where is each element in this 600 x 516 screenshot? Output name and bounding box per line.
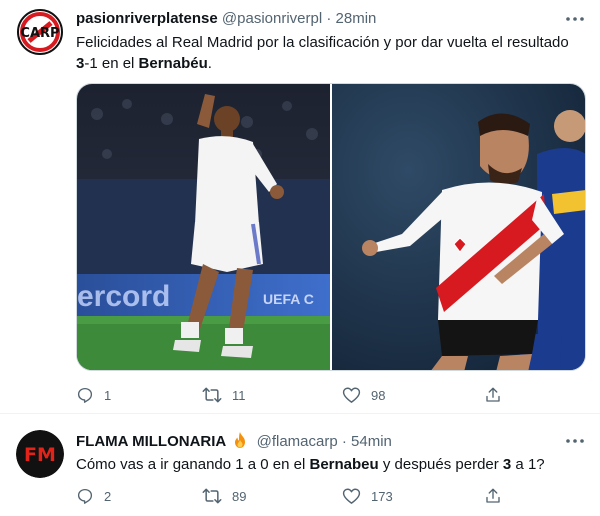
retweet-icon: [202, 387, 222, 403]
reply-count: 2: [104, 488, 112, 504]
more-icon: [566, 17, 584, 21]
tweet-text: Felicidades al Real Madrid por la clasif…: [76, 32, 586, 74]
tweet-actions: 1 11 98: [76, 385, 506, 405]
text-part: .: [207, 55, 212, 72]
reply-icon: [77, 387, 93, 403]
share-button[interactable]: [484, 486, 502, 506]
avatar-pasionriverplatense[interactable]: CARP: [16, 8, 64, 56]
display-name[interactable]: FLAMA MILLONARIA: [76, 433, 226, 450]
reply-icon: [77, 488, 93, 504]
tweet-1[interactable]: CARP pasionriverplatense @pasionriverpl …: [0, 0, 600, 414]
tweet-header: pasionriverplatense @pasionriverpl · 28m…: [76, 9, 376, 29]
separator-dot: ·: [326, 10, 332, 27]
text-part: Felicidades al Real Madrid por la clasif…: [76, 34, 569, 51]
avatar-initials: FM: [24, 444, 56, 466]
text-part: a 1?: [511, 456, 545, 473]
share-button[interactable]: [484, 385, 502, 405]
text-part: Cómo vas a ir ganando 1 a 0 en el: [76, 456, 310, 473]
retweet-button[interactable]: 11: [202, 385, 246, 405]
display-name[interactable]: pasionriverplatense: [76, 10, 218, 27]
like-count: 173: [371, 488, 393, 504]
photo-real-madrid-player[interactable]: ercord UEFA C: [77, 84, 330, 370]
retweet-count: 11: [232, 387, 246, 403]
reply-button[interactable]: 2: [76, 486, 111, 506]
photo-river-plate-player[interactable]: [332, 84, 585, 370]
like-button[interactable]: 98: [342, 385, 385, 405]
more-icon: [566, 439, 584, 443]
user-handle[interactable]: @flamacarp: [257, 433, 338, 450]
tweet-text: Cómo vas a ir ganando 1 a 0 en el Bernab…: [76, 454, 586, 475]
text-part: -1 en el: [84, 55, 139, 72]
separator-dot: ·: [341, 433, 347, 450]
tweet-time[interactable]: 28min: [336, 10, 377, 27]
tweet-actions: 2 89 173: [76, 486, 506, 506]
tweet-divider: [0, 413, 600, 414]
like-icon: [342, 387, 361, 403]
reply-button[interactable]: 1: [76, 385, 111, 405]
retweet-icon: [202, 488, 222, 504]
text-bold: Bernabeu: [309, 456, 379, 473]
like-button[interactable]: 173: [342, 486, 393, 506]
reply-count: 1: [104, 387, 112, 403]
svg-text:CARP: CARP: [20, 26, 59, 41]
like-count: 98: [371, 387, 386, 403]
retweet-count: 89: [232, 488, 247, 504]
retweet-button[interactable]: 89: [202, 486, 246, 506]
text-bold: Bernabéu: [138, 55, 208, 72]
tweet-header: FLAMA MILLONARIA @flamacarp · 54min: [76, 431, 392, 452]
more-options-button[interactable]: [564, 431, 586, 451]
text-part: y después perder: [378, 456, 503, 473]
fire-icon: [235, 432, 246, 448]
tweet-media[interactable]: ercord UEFA C: [76, 83, 586, 371]
more-options-button[interactable]: [564, 9, 586, 29]
ad-board-text: ercord: [77, 280, 170, 313]
user-handle[interactable]: @pasionriverpl: [222, 10, 322, 27]
like-icon: [342, 488, 361, 504]
text-bold: 3: [502, 456, 512, 473]
tweet-time[interactable]: 54min: [351, 433, 392, 450]
ad-board-text-2: UEFA C: [263, 291, 314, 307]
share-icon: [486, 387, 500, 402]
share-icon: [486, 488, 500, 503]
avatar-flamacarp[interactable]: FM: [16, 430, 64, 478]
